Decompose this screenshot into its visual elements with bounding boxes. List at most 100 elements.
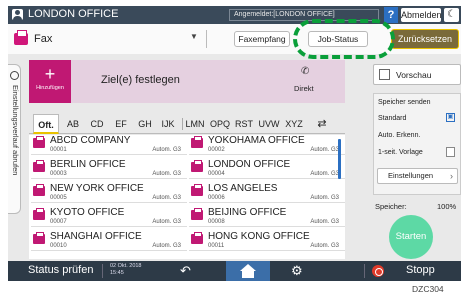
entry-name: KYOTO OFFICE [50, 207, 125, 218]
stop-button[interactable]: Stopp [406, 264, 435, 276]
entry-mode: Autom. G3 [152, 243, 181, 249]
swap-icon[interactable]: ⇄ [311, 114, 333, 134]
tab-ab[interactable]: AB [63, 114, 83, 134]
tab-cd[interactable]: CD [87, 114, 107, 134]
entry-number: 00003 [50, 171, 67, 177]
settings-history-tab[interactable]: Einstellungsverlauf abrufen [8, 64, 21, 214]
entry-name: BEIJING OFFICE [208, 207, 287, 218]
gear-icon[interactable]: ⚙ [291, 263, 303, 279]
bottom-bar: Status prüfen 02 Okt. 2018 15:45 ↶ ⚙ Sto… [8, 261, 461, 281]
send-settings-summary: Speicher senden Standard ▣ Auto. Erkenn.… [373, 93, 461, 195]
tab-uvw[interactable]: UVW [257, 114, 281, 134]
entry-name: HONG KONG OFFICE [208, 231, 310, 242]
fax-icon [191, 184, 203, 196]
entry-number: 00005 [50, 195, 67, 201]
entry-name: ABCD COMPANY [50, 135, 131, 146]
figure-caption: DZC304 [412, 284, 444, 294]
reset-button[interactable]: Zurücksetzen [391, 29, 459, 49]
stop-icon[interactable] [372, 265, 384, 277]
list-item[interactable]: ABCD COMPANY 00001 Autom. G3 [31, 135, 187, 155]
tab-frequent[interactable]: Oft. [33, 114, 59, 134]
fax-icon [191, 136, 203, 148]
preview-label: Vorschau [396, 70, 432, 80]
date-label: 02 Okt. 2018 [110, 263, 142, 269]
time-label: 15:45 [110, 270, 124, 276]
list-item[interactable]: NEW YORK OFFICE 00005 Autom. G3 [31, 183, 187, 203]
list-item[interactable]: SHANGHAI OFFICE 00010 Autom. G3 [31, 231, 187, 251]
memory-send-label: Speicher senden [378, 99, 431, 106]
tab-lmn[interactable]: LMN [183, 114, 207, 134]
logout-button[interactable]: Abmelden [401, 8, 442, 22]
tab-ijk[interactable]: IJK [158, 114, 178, 134]
entry-name: BERLIN OFFICE [50, 159, 126, 170]
preview-toggle[interactable]: Vorschau [373, 64, 461, 85]
settings-history-label: Einstellungsverlauf abrufen [11, 85, 20, 176]
app-toolbar: Fax ▼ Faxempfang Job-Status Zurücksetzen [8, 24, 461, 54]
entry-name: NEW YORK OFFICE [50, 183, 144, 194]
home-button[interactable] [226, 261, 270, 281]
tab-ef[interactable]: EF [111, 114, 131, 134]
list-item[interactable]: HONG KONG OFFICE 00011 Autom. G3 [189, 231, 345, 251]
entry-mode: Autom. G3 [310, 195, 339, 201]
start-button[interactable]: Starten [389, 215, 433, 259]
specify-destination-label[interactable]: Ziel(e) festlegen [101, 74, 180, 86]
list-item[interactable]: LONDON OFFICE 00004 Autom. G3 [189, 159, 345, 179]
memory-value: 100% [437, 202, 457, 211]
list-item[interactable]: BERLIN OFFICE 00003 Autom. G3 [31, 159, 187, 179]
fax-icon [14, 30, 28, 45]
entry-number: 00010 [50, 243, 67, 249]
entry-number: 00008 [208, 219, 225, 225]
list-item[interactable]: YOKOHAMA OFFICE 00002 Autom. G3 [189, 135, 345, 155]
user-icon [12, 9, 23, 20]
divider [206, 30, 207, 48]
help-button[interactable]: ? [384, 7, 398, 23]
fax-receive-button[interactable]: Faxempfang [234, 31, 290, 47]
settings-button[interactable]: Einstellungen › [377, 168, 458, 184]
login-info: Angemeldet:[LONDON OFFICE] [229, 9, 379, 21]
settings-label: Einstellungen [388, 171, 434, 180]
home-icon-base [242, 271, 254, 278]
preview-checkbox[interactable] [379, 69, 390, 80]
tab-gh[interactable]: GH [135, 114, 155, 134]
list-item[interactable]: BEIJING OFFICE 00008 Autom. G3 [189, 207, 345, 227]
fax-icon [33, 160, 45, 172]
device-screen: LONDON OFFICE Angemeldet:[LONDON OFFICE]… [8, 6, 461, 281]
fax-icon [191, 160, 203, 172]
entry-number: 00011 [208, 243, 225, 249]
tab-xyz[interactable]: XYZ [283, 114, 305, 134]
list-scrollbar[interactable] [338, 139, 341, 179]
entry-number: 00007 [50, 219, 67, 225]
tab-rst[interactable]: RST [233, 114, 255, 134]
destination-list: ABCD COMPANY 00001 Autom. G3 YOKOHAMA OF… [29, 135, 345, 259]
clock-icon [10, 71, 19, 80]
window-title: LONDON OFFICE [28, 8, 119, 20]
tab-opq[interactable]: OPQ [209, 114, 231, 134]
fax-icon [191, 208, 203, 220]
date-time: 02 Okt. 2018 15:45 [110, 263, 142, 277]
fax-icon [33, 232, 45, 244]
entry-name: LOS ANGELES [208, 183, 278, 194]
fax-icon [33, 208, 45, 220]
list-item[interactable]: LOS ANGELES 00006 Autom. G3 [189, 183, 345, 203]
back-icon[interactable]: ↶ [180, 263, 191, 279]
job-status-button[interactable]: Job-Status [308, 31, 368, 47]
entry-mode: Autom. G3 [310, 147, 339, 153]
divider [364, 264, 365, 278]
entry-name: LONDON OFFICE [208, 159, 291, 170]
direct-input-button[interactable]: Direkt [294, 84, 314, 93]
divider [102, 264, 103, 278]
entry-mode: Autom. G3 [152, 195, 181, 201]
list-item[interactable]: KYOTO OFFICE 00007 Autom. G3 [31, 207, 187, 227]
fax-icon [33, 184, 45, 196]
index-tabs: Oft. AB CD EF GH IJK LMN OPQ RST UVW XYZ… [29, 114, 345, 134]
right-panel: Vorschau Speicher senden Standard ▣ Auto… [373, 60, 461, 260]
check-status-button[interactable]: Status prüfen [28, 264, 93, 276]
phone-icon: ✆ [301, 66, 310, 77]
add-destination-button[interactable]: + Hinzufügen [29, 60, 71, 103]
resolution-icon: ▣ [446, 113, 455, 122]
entry-number: 00001 [50, 147, 67, 153]
chevron-down-icon[interactable]: ▼ [190, 32, 200, 44]
plus-icon: + [44, 64, 56, 84]
moon-icon[interactable]: ☾ [444, 8, 459, 22]
add-label: Hinzufügen [36, 85, 64, 91]
